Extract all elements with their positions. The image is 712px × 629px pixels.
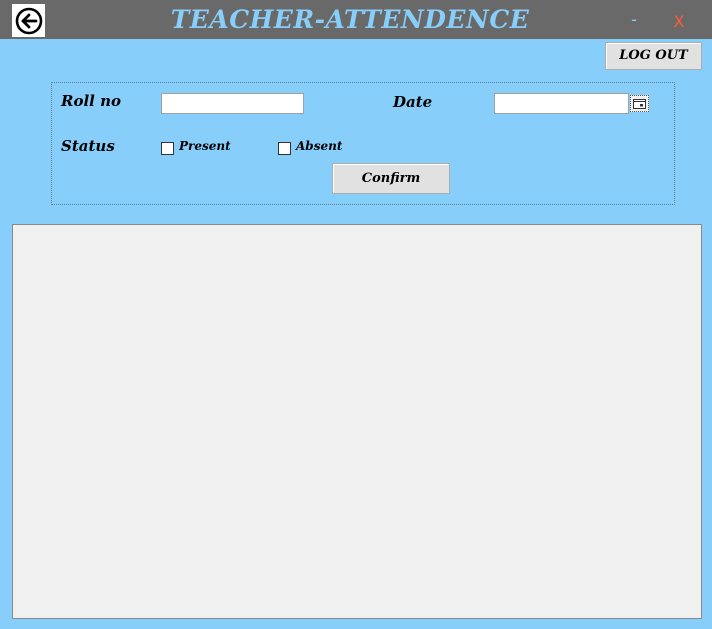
close-button[interactable]: X	[671, 10, 687, 34]
calendar-icon	[633, 98, 646, 109]
attendance-data-grid[interactable]	[12, 224, 702, 619]
title-bar: TEACHER-ATTENDENCE - X	[0, 0, 712, 39]
roll-no-input[interactable]	[161, 93, 304, 114]
present-label[interactable]: Present	[179, 139, 231, 153]
arrow-left-circle-icon	[15, 7, 42, 34]
absent-checkbox[interactable]	[278, 142, 291, 155]
minimize-button[interactable]: -	[626, 8, 642, 32]
absent-label[interactable]: Absent	[296, 139, 342, 153]
date-input[interactable]	[494, 93, 629, 114]
date-label: Date	[393, 93, 433, 111]
logout-button[interactable]: LOG OUT	[605, 42, 702, 70]
status-label: Status	[61, 137, 115, 155]
window-title: TEACHER-ATTENDENCE	[170, 5, 530, 34]
roll-no-label: Roll no	[61, 92, 121, 110]
back-button[interactable]	[12, 4, 45, 37]
present-checkbox[interactable]	[161, 142, 174, 155]
confirm-button[interactable]: Confirm	[332, 163, 450, 194]
calendar-button[interactable]	[630, 95, 649, 112]
